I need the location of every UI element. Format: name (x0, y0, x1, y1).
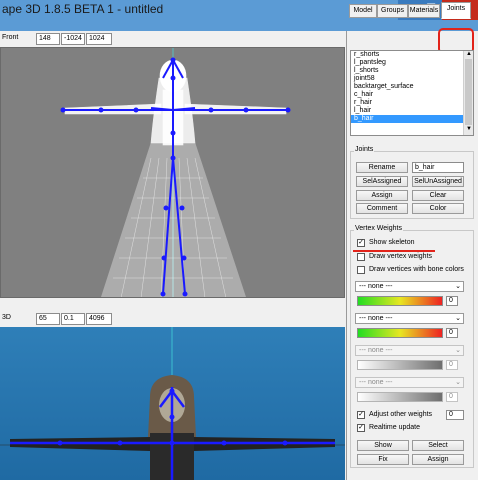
chevron-down-icon: ⌄ (455, 315, 461, 322)
persp-view-field-3[interactable]: 4096 (86, 313, 112, 325)
persp-view-field-1[interactable]: 65 (36, 313, 60, 325)
weight-slider-2[interactable] (357, 328, 443, 338)
chevron-down-icon: ⌄ (455, 347, 461, 354)
list-item[interactable]: l_shorts (351, 67, 473, 75)
weight-joint-select-1[interactable]: --- none --- ⌄ (355, 281, 464, 292)
scroll-thumb[interactable] (465, 59, 472, 125)
weight-value-2[interactable]: 0 (446, 328, 458, 338)
weight-value-4[interactable]: 0 (446, 392, 458, 402)
list-item[interactable]: l_hair (351, 107, 473, 115)
weight-joint-select-3-value: --- none --- (359, 347, 393, 354)
show-button[interactable]: Show (357, 440, 409, 451)
weight-joint-select-2-value: --- none --- (359, 315, 393, 322)
front-view-mode-select[interactable]: Front (0, 33, 34, 45)
weight-slider-1[interactable] (357, 296, 443, 306)
sel-assigned-button[interactable]: SelAssigned (356, 176, 408, 187)
fix-button[interactable]: Fix (357, 454, 409, 465)
chevron-down-icon: ⌄ (455, 379, 461, 386)
adjust-other-weights-value[interactable]: 0 (446, 410, 464, 420)
scroll-down-icon[interactable]: ▼ (465, 126, 473, 132)
joint-name-field[interactable]: b_hair (412, 162, 464, 173)
tab-groups[interactable]: Groups (377, 4, 408, 18)
draw-vertex-weights-checkbox[interactable] (357, 253, 365, 261)
show-skeleton-label: Show skeleton (369, 239, 415, 246)
weight-value-1[interactable]: 0 (446, 296, 458, 306)
persp-view-mode-select[interactable]: 3D (0, 313, 30, 325)
realtime-update-label: Realtime update (369, 424, 420, 431)
show-skeleton-underline (353, 250, 435, 252)
joints-group-label: Joints (354, 146, 375, 153)
front-view-field-2[interactable]: -1024 (61, 33, 85, 45)
persp-model-render (0, 327, 345, 480)
list-scrollbar[interactable]: ▲ ▼ (463, 51, 473, 135)
list-item[interactable]: c_hair (351, 91, 473, 99)
vertex-weights-label: Vertex Weights (354, 225, 403, 232)
chevron-down-icon: ⌄ (455, 283, 461, 290)
realtime-update-checkbox[interactable]: ✓ (357, 424, 365, 432)
weight-joint-select-2[interactable]: --- none --- ⌄ (355, 313, 464, 324)
weight-joint-select-3[interactable]: --- none --- ⌄ (355, 345, 464, 356)
weight-joint-select-1-value: --- none --- (359, 283, 393, 290)
front-view-field-1[interactable]: 148 (36, 33, 60, 45)
weight-slider-4[interactable] (357, 392, 443, 402)
color-button[interactable]: Color (412, 203, 464, 214)
weight-joint-select-4[interactable]: --- none --- ⌄ (355, 377, 464, 388)
assign-button[interactable]: Assign (356, 190, 408, 201)
draw-vertex-weights-label: Draw vertex weights (369, 253, 433, 260)
window-title: ape 3D 1.8.5 BETA 1 - untitled (2, 2, 164, 16)
list-item[interactable]: r_hair (351, 99, 473, 107)
clear-button[interactable]: Clear (412, 190, 464, 201)
draw-bone-colors-checkbox[interactable] (357, 266, 365, 274)
tab-joints[interactable]: Joints (441, 2, 471, 19)
front-model-render (60, 48, 291, 297)
show-skeleton-checkbox[interactable]: ✓ (357, 239, 365, 247)
joint-list[interactable]: r_shorts l_pantsleg l_shorts joint58 bac… (350, 50, 474, 136)
sel-unassigned-button[interactable]: SelUnAssigned (412, 176, 464, 187)
front-view-field-3[interactable]: 1024 (86, 33, 112, 45)
weight-slider-3[interactable] (357, 360, 443, 370)
weight-joint-select-4-value: --- none --- (359, 379, 393, 386)
rename-button[interactable]: Rename (356, 162, 408, 173)
list-item-selected[interactable]: b_hair (351, 115, 473, 123)
list-item[interactable]: l_pantsleg (351, 59, 473, 67)
draw-bone-colors-label: Draw vertices with bone colors (369, 266, 464, 273)
list-item[interactable]: r_shorts (351, 51, 473, 59)
list-item[interactable]: joint58 (351, 75, 473, 83)
assign-weights-button[interactable]: Assign (412, 454, 464, 465)
weight-value-3[interactable]: 0 (446, 360, 458, 370)
scroll-up-icon[interactable]: ▲ (465, 51, 473, 57)
front-viewport[interactable] (0, 47, 345, 298)
adjust-other-weights-label: Adjust other weights (369, 411, 433, 418)
persp-view-field-2[interactable]: 0.1 (61, 313, 85, 325)
list-item[interactable]: backtarget_surface (351, 83, 473, 91)
comment-button[interactable]: Comment (356, 203, 408, 214)
select-button[interactable]: Select (412, 440, 464, 451)
tab-materials[interactable]: Materials (408, 4, 440, 18)
tab-model[interactable]: Model (349, 4, 377, 18)
adjust-other-weights-checkbox[interactable]: ✓ (357, 411, 365, 419)
perspective-viewport[interactable] (0, 327, 345, 480)
